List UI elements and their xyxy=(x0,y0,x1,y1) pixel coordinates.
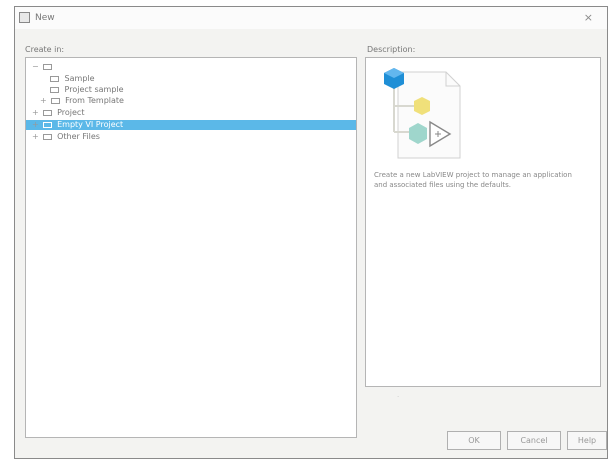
window-title: New xyxy=(35,13,55,23)
description-footer: · xyxy=(397,393,400,401)
tree-node-root[interactable]: − xyxy=(32,62,55,72)
vi-icon xyxy=(50,75,59,82)
app-icon xyxy=(19,12,30,23)
close-button[interactable]: × xyxy=(584,11,593,24)
expand-icon[interactable]: + xyxy=(32,120,40,130)
folder-icon xyxy=(42,109,52,116)
description-text: Create a new LabVIEW project to manage a… xyxy=(374,171,572,189)
page-outline xyxy=(397,71,461,159)
tree-node-empty-vi-project[interactable]: + Empty VI Project xyxy=(26,120,356,130)
vi-icon xyxy=(50,86,59,93)
create-in-label: Create in: xyxy=(25,45,65,54)
help-button[interactable]: Help xyxy=(567,431,607,450)
create-in-tree[interactable]: − Sample Project sample + From Template … xyxy=(25,57,357,438)
expand-icon[interactable]: + xyxy=(32,132,40,142)
project-icon xyxy=(42,121,52,128)
tree-node-project-sample[interactable]: Project sample xyxy=(50,85,124,95)
expand-icon[interactable]: + xyxy=(32,108,40,118)
folder-icon xyxy=(42,133,52,140)
tree-horizontal-scrollbar[interactable] xyxy=(30,425,352,433)
new-dialog: New × Create in: Description: − Sample P… xyxy=(14,6,608,459)
expand-icon[interactable]: + xyxy=(40,96,48,106)
title-bar: New × xyxy=(15,7,607,29)
folder-icon xyxy=(42,63,52,70)
collapse-icon[interactable]: − xyxy=(32,62,40,72)
description-panel: Create a new LabVIEW project to manage a… xyxy=(365,57,601,387)
tree-node-sample[interactable]: Sample xyxy=(50,74,95,84)
ok-button[interactable]: OK xyxy=(447,431,501,450)
folder-icon xyxy=(50,97,60,104)
tree-node-from-template[interactable]: + From Template xyxy=(40,96,124,106)
tree-node-project[interactable]: + Project xyxy=(32,108,84,118)
project-illustration xyxy=(384,68,461,159)
description-label: Description: xyxy=(367,45,416,54)
cancel-button[interactable]: Cancel xyxy=(507,431,561,450)
tree-node-other-files[interactable]: + Other Files xyxy=(32,132,100,142)
